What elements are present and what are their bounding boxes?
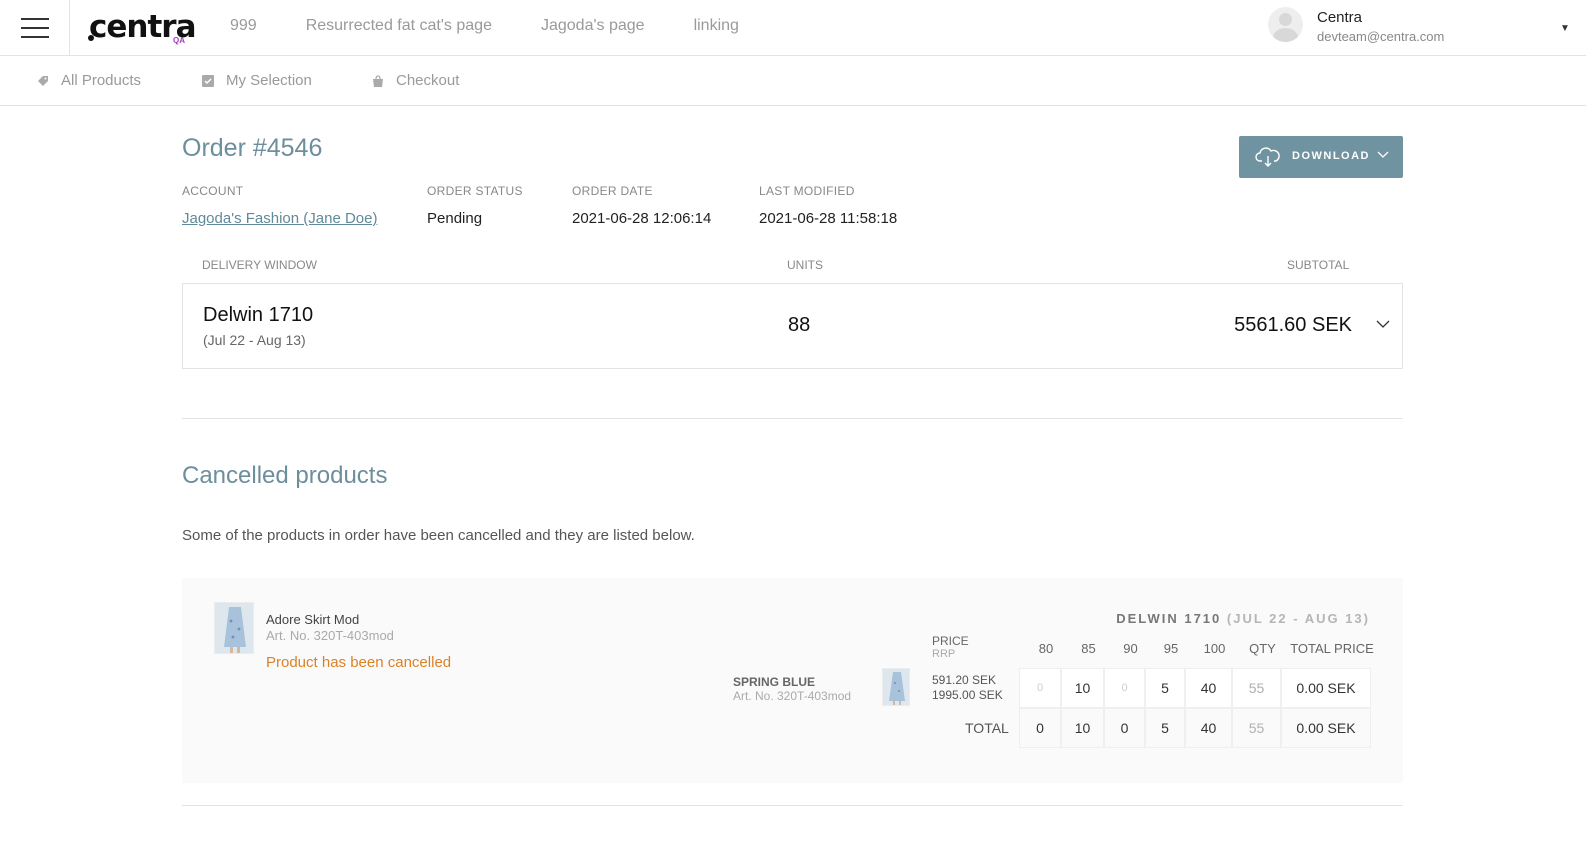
download-label: DOWNLOAD xyxy=(1292,150,1370,162)
total-price-header: TOTAL PRICE xyxy=(1290,641,1374,656)
product-cancelled-status: Product has been cancelled xyxy=(266,654,452,671)
total-price: 0.00 SEK xyxy=(1281,708,1371,748)
checkbox-icon xyxy=(202,74,214,87)
total-cell: 0 xyxy=(1104,708,1145,748)
chevron-down-icon[interactable] xyxy=(1376,320,1390,329)
size-header-90: 90 xyxy=(1123,641,1138,656)
download-button[interactable]: DOWNLOAD xyxy=(1239,136,1403,178)
delivery-subtotal: 5561.60 SEK xyxy=(1234,314,1352,336)
variant-art-no: Art. No. 320T-403mod xyxy=(733,689,852,703)
variant-thumbnail[interactable] xyxy=(882,668,910,706)
size-header-80: 80 xyxy=(1038,641,1054,656)
delivery-window-range: (Jul 22 - Aug 13) xyxy=(203,332,306,348)
divider xyxy=(182,418,1403,419)
subtotal-header: SUBTOTAL xyxy=(1287,258,1350,272)
price-header: PRICE xyxy=(932,634,969,648)
centra-logo[interactable]: centra QA xyxy=(88,10,196,46)
qty-cell: 5 xyxy=(1145,668,1185,708)
cloud-download-icon xyxy=(1255,147,1280,167)
delivery-window-row[interactable]: Delwin 1710 (Jul 22 - Aug 13) 88 5561.60… xyxy=(182,283,1403,369)
subnav-label: All Products xyxy=(61,72,142,89)
qa-badge: QA xyxy=(173,36,185,45)
total-label: TOTAL xyxy=(965,720,1009,736)
top-nav-item-linking[interactable]: linking xyxy=(694,17,739,35)
rrp-header: RRP xyxy=(932,648,956,660)
tag-icon xyxy=(38,75,48,86)
qty-header: QTY xyxy=(1249,641,1276,656)
product-name: Adore Skirt Mod xyxy=(266,612,360,627)
divider xyxy=(182,805,1403,806)
top-nav: 999 Resurrected fat cat's page Jagoda's … xyxy=(230,17,739,35)
cancelled-products-title: Cancelled products xyxy=(182,462,388,489)
caret-down-icon[interactable]: ▼ xyxy=(1560,23,1570,34)
last-modified-label: LAST MODIFIED xyxy=(759,184,855,198)
qty-cell: 0 xyxy=(1019,668,1061,708)
window-heading: DELWIN 1710 (JUL 22 - AUG 13) xyxy=(1116,611,1370,626)
units-header: UNITS xyxy=(787,258,823,272)
subnav-all-products[interactable]: All Products xyxy=(37,72,141,89)
window-heading-range: (JUL 22 - AUG 13) xyxy=(1226,611,1370,626)
last-modified-value: 2021-06-28 11:58:18 xyxy=(759,210,898,227)
total-cell: 5 xyxy=(1145,708,1185,748)
qty-cell: 0 xyxy=(1104,668,1145,708)
order-title: Order #4546 xyxy=(182,134,323,162)
variant-price: 591.20 SEK xyxy=(932,673,997,687)
chevron-down-icon xyxy=(1377,151,1389,158)
cancelled-description: Some of the products in order have been … xyxy=(182,527,695,544)
user-menu[interactable]: Centra devteam@centra.com ▼ xyxy=(1268,7,1578,49)
subnav-checkout[interactable]: Checkout xyxy=(372,72,459,89)
sub-nav: All Products My Selection Checkout xyxy=(0,56,1586,106)
delivery-window-name: Delwin 1710 xyxy=(203,304,314,326)
account-label: ACCOUNT xyxy=(182,184,244,198)
avatar xyxy=(1268,7,1303,42)
total-cell: 10 xyxy=(1061,708,1104,748)
order-date-value: 2021-06-28 12:06:14 xyxy=(572,210,712,227)
hamburger-menu-icon[interactable] xyxy=(0,0,70,55)
top-nav-item-999[interactable]: 999 xyxy=(230,17,257,35)
row-total-price: 0.00 SEK xyxy=(1281,668,1371,708)
total-cell: 40 xyxy=(1185,708,1232,748)
order-date-label: ORDER DATE xyxy=(572,184,653,198)
bag-icon xyxy=(373,74,383,87)
top-bar: centra QA 999 Resurrected fat cat's page… xyxy=(0,0,1586,56)
variant-rrp: 1995.00 SEK xyxy=(932,688,1003,702)
top-nav-item-fat-cat[interactable]: Resurrected fat cat's page xyxy=(306,17,492,35)
qty-cell: 10 xyxy=(1061,668,1104,708)
order-status-value: Pending xyxy=(427,210,483,227)
window-heading-name: DELWIN 1710 xyxy=(1116,611,1222,626)
top-nav-item-jagoda[interactable]: Jagoda's page xyxy=(541,17,645,35)
subnav-my-selection[interactable]: My Selection xyxy=(202,72,312,89)
product-thumbnail[interactable] xyxy=(214,602,254,654)
size-header-100: 100 xyxy=(1203,641,1226,656)
delivery-units: 88 xyxy=(788,314,811,336)
delivery-window-header: DELIVERY WINDOW xyxy=(202,258,317,272)
total-qty: 55 xyxy=(1232,708,1281,748)
cancelled-product-card: Adore Skirt Mod Art. No. 320T-403mod Pro… xyxy=(182,578,1403,783)
subnav-label: Checkout xyxy=(396,72,460,89)
row-qty: 55 xyxy=(1232,668,1281,708)
subnav-label: My Selection xyxy=(226,72,312,89)
user-name: Centra xyxy=(1317,9,1363,26)
qty-cell: 40 xyxy=(1185,668,1232,708)
user-email: devteam@centra.com xyxy=(1317,29,1445,44)
order-status-label: ORDER STATUS xyxy=(427,184,523,198)
size-header-95: 95 xyxy=(1163,641,1179,656)
total-cell: 0 xyxy=(1019,708,1061,748)
product-art-no: Art. No. 320T-403mod xyxy=(266,628,394,643)
size-header-85: 85 xyxy=(1081,641,1096,656)
variant-name: SPRING BLUE xyxy=(733,675,816,689)
account-link[interactable]: Jagoda's Fashion (Jane Doe) xyxy=(182,210,377,227)
